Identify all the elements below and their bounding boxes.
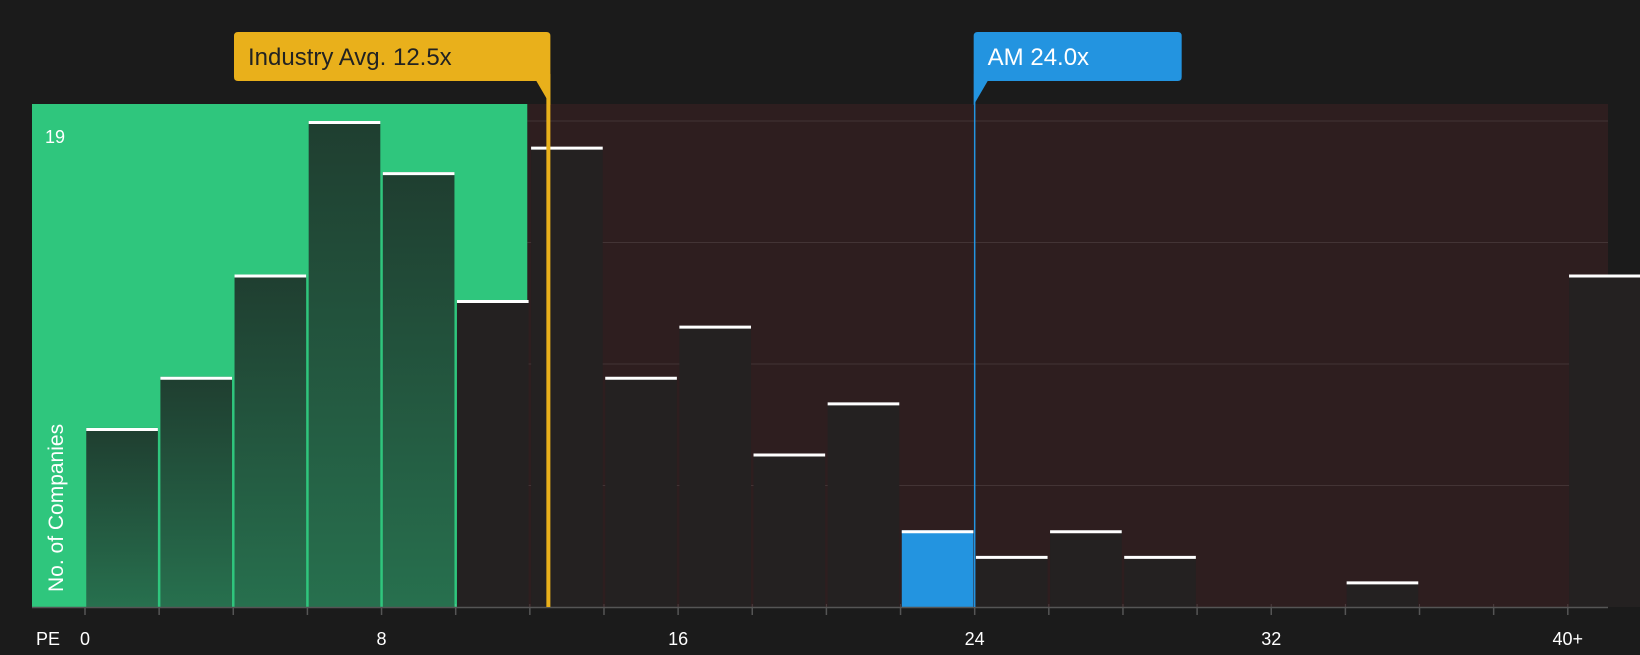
marker-label: AM 24.0x	[988, 44, 1089, 71]
histogram-bar	[531, 146, 603, 607]
x-tick-label: 40+	[1553, 629, 1584, 649]
y-max-label: 19	[45, 127, 65, 147]
histogram-bar	[382, 172, 455, 607]
x-tick-label: 24	[965, 629, 985, 649]
y-axis-label: No. of Companies	[45, 424, 68, 592]
chart-svg: 0 8 16 24 32 40+ 19 No. of Companies PE Indus…	[32, 32, 1640, 649]
histogram-bar	[456, 300, 529, 607]
x-axis-label: PE	[36, 629, 60, 649]
histogram-bar	[975, 555, 1048, 607]
histogram-bar	[753, 453, 826, 607]
histogram-bar	[679, 325, 752, 607]
histogram-bar	[1124, 555, 1196, 607]
histogram-bar	[1346, 581, 1419, 607]
pe-distribution-chart: 0 8 16 24 32 40+ 19 No. of Companies PE Indus…	[0, 0, 1640, 650]
histogram-bar	[901, 530, 974, 607]
x-tick-label: 32	[1261, 629, 1281, 649]
histogram-bar	[234, 274, 307, 607]
histogram-bar	[1569, 274, 1640, 607]
histogram-bar	[86, 427, 158, 607]
x-tick-label: 0	[80, 629, 90, 649]
marker-label: Industry Avg. 12.5x	[248, 44, 452, 71]
histogram-bar	[308, 121, 381, 607]
x-tick-label: 8	[377, 629, 387, 649]
histogram-bar	[160, 376, 233, 607]
histogram-bar	[605, 376, 677, 607]
x-tick-label: 16	[668, 629, 688, 649]
histogram-bar	[827, 402, 900, 607]
histogram-bar	[1050, 530, 1122, 607]
x-axis-ticks: 0 8 16 24 32 40+	[80, 607, 1583, 649]
